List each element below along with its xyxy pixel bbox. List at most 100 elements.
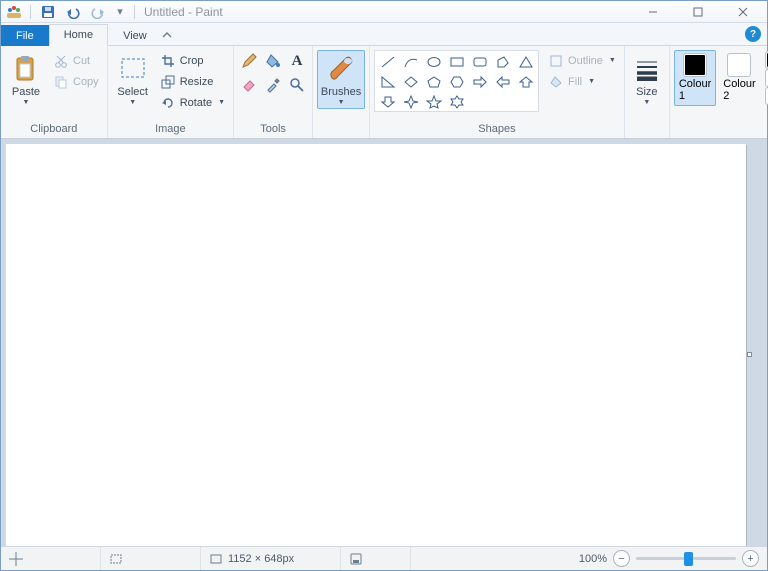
shape-star5[interactable]	[422, 92, 445, 112]
size-button[interactable]: Size ▼	[629, 50, 665, 109]
status-bar: 1152 × 648px 100% − +	[1, 546, 767, 570]
rotate-icon	[160, 95, 176, 111]
zoom-out-button[interactable]: −	[613, 550, 630, 567]
ribbon: Paste ▼ Cut Copy Clipboard	[1, 46, 767, 139]
canvas[interactable]	[6, 144, 746, 546]
shape-rtriangle[interactable]	[376, 72, 399, 92]
redo-icon[interactable]	[90, 4, 106, 20]
maximize-button[interactable]	[675, 2, 720, 22]
chevron-down-icon: ▼	[23, 100, 30, 106]
window-controls	[630, 2, 765, 22]
text-tool[interactable]: A	[286, 50, 308, 72]
shape-arrow-r[interactable]	[468, 72, 491, 92]
shape-pentagon[interactable]	[422, 72, 445, 92]
help-icon[interactable]: ?	[745, 26, 761, 42]
paste-button[interactable]: Paste ▼	[5, 50, 47, 109]
resize-handle-e[interactable]	[747, 352, 752, 357]
disk-icon	[349, 552, 363, 566]
group-brushes: Brushes ▼	[313, 46, 370, 138]
colour2-button[interactable]: Colour 2	[718, 50, 760, 106]
shape-arrow-u[interactable]	[514, 72, 537, 92]
group-colours: Colour 1 Colour 2 Edit colours Colours	[670, 46, 768, 138]
quick-access-toolbar: ▾	[25, 4, 138, 20]
chevron-down-icon: ▼	[588, 79, 595, 85]
work-area[interactable]	[1, 139, 767, 546]
zoom-level: 100%	[579, 553, 607, 565]
shape-diamond[interactable]	[399, 72, 422, 92]
save-icon[interactable]	[40, 4, 56, 20]
resize-icon	[160, 74, 176, 90]
chevron-down-icon: ▼	[643, 100, 650, 106]
shape-polygon[interactable]	[491, 52, 514, 72]
crop-button[interactable]: Crop	[156, 51, 229, 71]
group-size: Size ▼	[625, 46, 670, 138]
ribbon-collapse-icon[interactable]	[162, 30, 172, 40]
paste-icon	[12, 53, 40, 85]
shape-arrow-l[interactable]	[491, 72, 514, 92]
cut-icon	[53, 53, 69, 69]
brush-icon	[326, 53, 356, 85]
magnifier-tool[interactable]	[286, 74, 308, 96]
shape-arrow-d[interactable]	[376, 92, 399, 112]
status-selection-size	[101, 547, 201, 570]
zoom-in-button[interactable]: +	[742, 550, 759, 567]
colour1-button[interactable]: Colour 1	[674, 50, 716, 106]
status-zoom: 100% − +	[571, 550, 767, 567]
group-image: Select ▼ Crop Resize Rotate ▼ Image	[108, 46, 234, 138]
rotate-button[interactable]: Rotate ▼	[156, 93, 229, 113]
chevron-down-icon: ▼	[609, 58, 616, 64]
tab-home[interactable]: Home	[49, 24, 108, 46]
shape-roundrect[interactable]	[468, 52, 491, 72]
qat-customize-icon[interactable]: ▾	[115, 4, 125, 20]
picker-tool[interactable]	[262, 74, 284, 96]
window-title: Untitled - Paint	[144, 5, 223, 19]
shape-hexagon[interactable]	[445, 72, 468, 92]
app-icon	[6, 4, 22, 20]
shape-outline-button[interactable]: Outline ▼	[544, 51, 620, 71]
undo-icon[interactable]	[65, 4, 81, 20]
resize-button[interactable]: Resize	[156, 72, 229, 92]
minimize-button[interactable]	[630, 2, 675, 22]
close-button[interactable]	[720, 2, 765, 22]
group-shapes: Outline ▼ Fill ▼ Shapes	[370, 46, 625, 138]
select-button[interactable]: Select ▼	[112, 50, 154, 109]
shape-line[interactable]	[376, 52, 399, 72]
shape-rect[interactable]	[445, 52, 468, 72]
crop-icon	[160, 53, 176, 69]
colour1-swatch	[684, 54, 706, 76]
status-cursor-pos	[1, 547, 101, 570]
shape-fill-button[interactable]: Fill ▼	[544, 72, 620, 92]
copy-icon	[53, 74, 69, 90]
zoom-slider-thumb[interactable]	[684, 552, 693, 566]
shape-triangle[interactable]	[514, 52, 537, 72]
fill-icon	[548, 74, 564, 90]
shape-oval[interactable]	[422, 52, 445, 72]
brushes-button[interactable]: Brushes ▼	[317, 50, 365, 109]
status-canvas-size: 1152 × 648px	[201, 547, 341, 570]
shapes-gallery[interactable]	[374, 50, 539, 112]
tab-file[interactable]: File	[1, 25, 49, 46]
select-icon	[119, 53, 147, 85]
shape-star6[interactable]	[445, 92, 468, 112]
cut-button[interactable]: Cut	[49, 51, 103, 71]
copy-button[interactable]: Copy	[49, 72, 103, 92]
outline-icon	[548, 53, 564, 69]
colour2-swatch	[728, 54, 750, 76]
chevron-down-icon: ▼	[218, 100, 225, 106]
title-bar: ▾ Untitled - Paint	[1, 1, 767, 23]
eraser-tool[interactable]	[238, 74, 260, 96]
crosshair-icon	[9, 552, 23, 566]
pencil-tool[interactable]	[238, 50, 260, 72]
canvas-size-icon	[209, 552, 223, 566]
group-clipboard: Paste ▼ Cut Copy Clipboard	[1, 46, 108, 138]
chevron-down-icon: ▼	[338, 100, 345, 106]
selection-icon	[109, 552, 123, 566]
shape-curve[interactable]	[399, 52, 422, 72]
ribbon-tabs: File Home View ?	[1, 23, 767, 46]
shape-star4[interactable]	[399, 92, 422, 112]
status-file-size	[341, 547, 411, 570]
colour-palette	[763, 50, 768, 106]
zoom-slider[interactable]	[636, 557, 736, 560]
fill-tool[interactable]	[262, 50, 284, 72]
tab-view[interactable]: View	[108, 25, 162, 46]
